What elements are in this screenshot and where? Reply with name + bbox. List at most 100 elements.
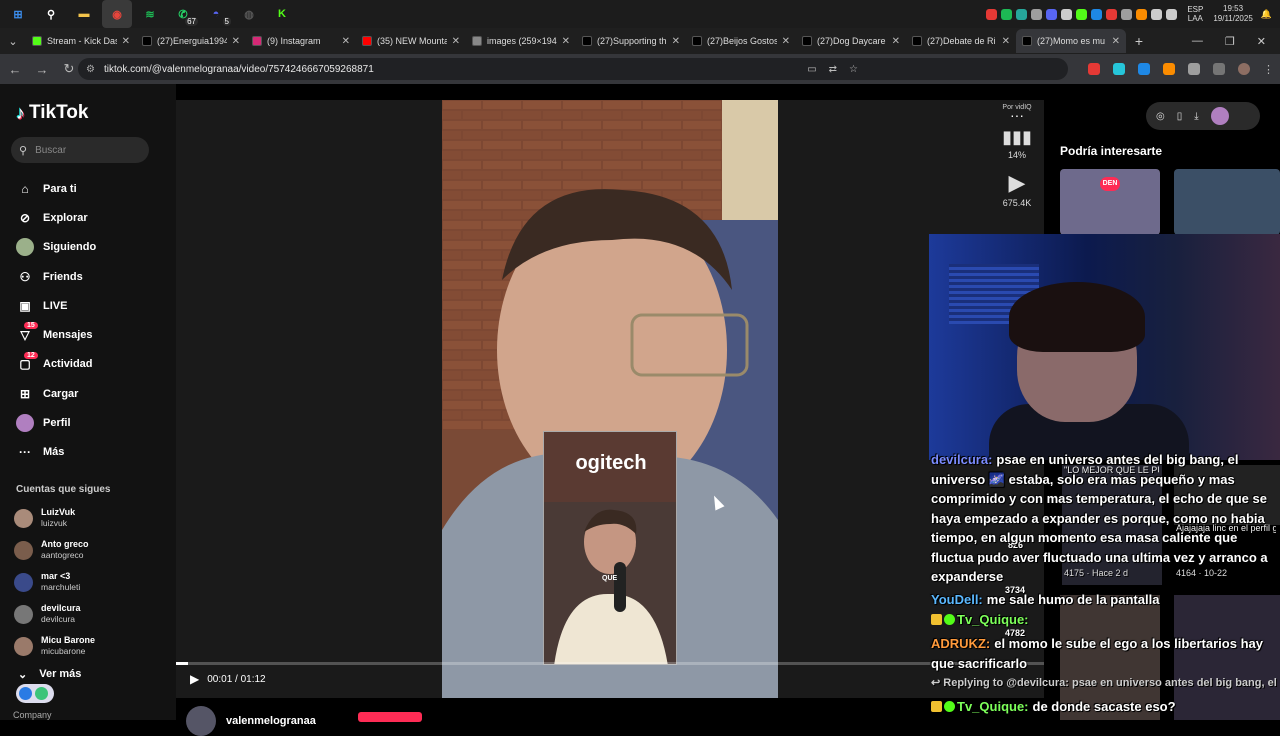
browser-tab[interactable]: Stream - Kick Dash ✕ [26,29,136,53]
nav-item-friends[interactable]: ⚇ Friends [16,262,96,291]
nav-item-actividad[interactable]: ▢ Actividad 12 [16,350,96,379]
video-player[interactable]: ogitech QUE [442,100,778,698]
browser-tab[interactable]: images (259×194) ✕ [466,29,576,53]
nav-item-m-s[interactable]: ··· Más [16,438,96,467]
profile-avatar-icon[interactable] [1238,63,1250,75]
nav-item-siguiendo[interactable]: ● Siguiendo [16,233,96,262]
tab-close-icon[interactable]: ✕ [782,36,790,47]
bookmark-star-icon[interactable]: ☆ [849,64,858,75]
tab-close-icon[interactable]: ✕ [1112,36,1120,47]
whatsapp-icon[interactable]: ✆ 67 [168,0,198,28]
play-icon[interactable]: ▶ [190,672,199,686]
tray-app-icon[interactable] [1031,8,1043,20]
keyboard-language[interactable]: ESP LAA [1187,5,1203,23]
tab-close-icon[interactable]: ✕ [452,36,460,47]
device-icon[interactable]: ▯ [1177,111,1183,122]
tray-app-icon[interactable] [1136,8,1148,20]
follow-button[interactable] [358,712,422,722]
notification-bell-icon[interactable]: 🔔 [1261,9,1272,20]
browser-tab[interactable]: (27)Dog Daycare ✕ [796,29,906,53]
close-window-icon[interactable]: ✕ [1257,35,1266,48]
tab-close-icon[interactable]: ✕ [672,36,680,47]
tray-app-icon[interactable] [1091,8,1103,20]
author-name[interactable]: valenmelogranaa [226,715,316,727]
system-clock[interactable]: 19:53 19/11/2025 [1213,4,1252,24]
company-link[interactable]: Company [13,710,52,720]
forward-icon[interactable]: → [30,62,54,77]
tray-app-icon[interactable] [1166,8,1178,20]
tray-app-icon[interactable] [1121,8,1133,20]
install-icon[interactable]: ▭ [807,64,816,75]
spotify-icon[interactable]: ≋ [135,0,165,28]
minimize-icon[interactable]: — [1192,35,1203,47]
browser-tab[interactable]: (27)Debate de Ri ✕ [906,29,1016,53]
site-info-icon[interactable]: ⚙ [86,64,98,75]
extension-red-icon[interactable] [1088,63,1100,75]
video-progress-bar[interactable] [176,662,1044,665]
extensions-puzzle-icon[interactable] [1188,63,1200,75]
tab-search-icon[interactable]: ⌄ [0,28,26,54]
followed-account[interactable]: Anto greco aantogreco [14,534,95,566]
restore-icon[interactable]: ❐ [1225,35,1235,48]
nav-item-mensajes[interactable]: ▽ Mensajes 15 [16,320,96,349]
download-icon[interactable]: ⤓ [1194,111,1198,122]
browser-tab[interactable]: (35) NEW Mounta ✕ [356,29,466,53]
obs-icon[interactable]: ◍ [234,0,264,28]
tiktok-logo[interactable]: ♪ TikTok [16,102,88,124]
translate-icon[interactable]: ⇄ [829,64,837,75]
author-avatar[interactable] [186,706,216,736]
browser-tab[interactable]: (27)Supporting th ✕ [576,29,686,53]
nav-item-perfil[interactable]: ● Perfil [16,408,96,437]
tray-app-icon[interactable] [1076,8,1088,20]
tray-app-icon[interactable] [1106,8,1118,20]
tab-close-icon[interactable]: ✕ [232,36,240,47]
tray-app-icon[interactable] [1061,8,1073,20]
browser-tab[interactable]: (27)Energuia1994 ✕ [136,29,246,53]
stats-bars-icon[interactable]: ▮▮▮ [990,127,1044,148]
tray-app-icon[interactable] [1151,8,1163,20]
browser-tab[interactable]: (27)Momo es mu ✕ [1016,29,1126,53]
browser-tab[interactable]: (27)Beijos Gostos ✕ [686,29,796,53]
kick-icon[interactable]: K [267,0,297,28]
tab-close-icon[interactable]: ✕ [342,36,350,47]
tab-close-icon[interactable]: ✕ [562,36,570,47]
browser-tab[interactable]: (9) Instagram ✕ [246,29,356,53]
chrome-icon[interactable]: ◉ [102,0,132,28]
tab-search-list-icon[interactable] [1213,63,1225,75]
tray-app-icon[interactable] [1046,8,1058,20]
search-icon[interactable]: ⚲ [36,0,66,28]
extension-blue-icon[interactable] [1138,63,1150,75]
recommendation-thumbnail-1[interactable]: DEN [1060,169,1160,235]
browser-menu-icon[interactable]: ⋮ [1263,63,1274,76]
tab-close-icon[interactable]: ✕ [1002,36,1010,47]
extension-teal-icon[interactable] [1113,63,1125,75]
extension-orange-icon[interactable] [1163,63,1175,75]
tab-close-icon[interactable]: ✕ [892,36,900,47]
extension-mini-widget[interactable] [16,684,54,703]
discord-icon[interactable]: ◓ 5 [201,0,231,28]
nav-item-para-ti[interactable]: ⌂ Para ti [16,174,96,203]
new-tab-icon[interactable]: + [1126,33,1152,49]
more-dots-icon[interactable]: ··· [990,108,1044,122]
tab-close-icon[interactable]: ✕ [122,36,130,47]
tray-app-icon[interactable] [986,8,998,20]
followed-account[interactable]: LuizVuk luizvuk [14,502,95,534]
file-explorer-icon[interactable]: ▬ [69,0,99,28]
user-avatar[interactable] [1210,107,1229,125]
followed-account[interactable]: devilcura devilcura [14,598,95,630]
see-more-button[interactable]: ⌄ Ver más [18,668,81,681]
tab-favicon-icon [142,36,152,46]
recommendation-thumbnail-2[interactable] [1174,169,1280,235]
address-bar[interactable]: ⚙ tiktok.com/@valenmelogranaa/video/7574… [78,58,1068,80]
tray-app-icon[interactable] [1016,8,1028,20]
nav-item-cargar[interactable]: ⊞ Cargar [16,379,96,408]
nav-item-live[interactable]: ▣ LIVE [16,291,96,320]
back-icon[interactable]: ← [3,62,27,77]
tray-app-icon[interactable] [1001,8,1013,20]
windows-icon[interactable]: ⊞ [3,0,33,28]
followed-account[interactable]: mar <3 marchuleti [14,566,95,598]
nav-item-explorar[interactable]: ⊘ Explorar [16,203,96,232]
followed-account[interactable]: Micu Barone micubarone [14,630,95,662]
coin-icon[interactable]: ◎ [1156,111,1165,122]
search-input[interactable]: ⚲ Buscar [11,137,149,163]
